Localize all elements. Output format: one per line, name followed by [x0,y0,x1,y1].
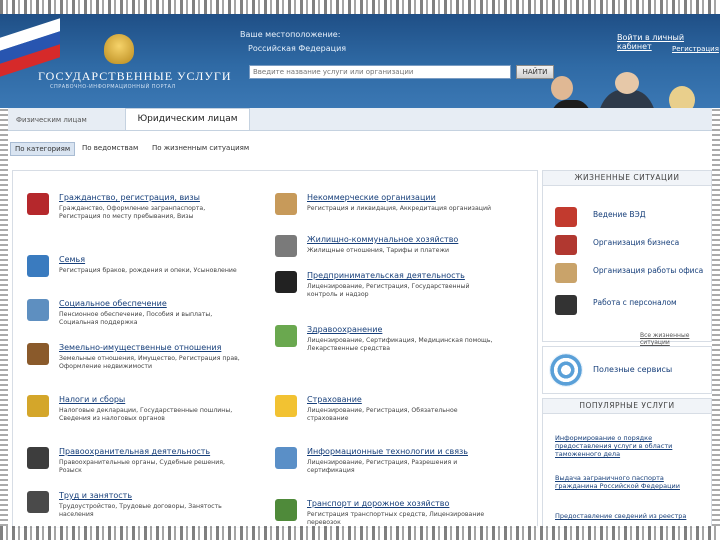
category-title[interactable]: Социальное обеспечение [59,299,167,308]
category-description: Гражданство, Оформление загранпаспорта, … [59,205,206,220]
category-title[interactable]: Земельно-имущественные отношения [59,343,221,352]
lightbulb-icon [275,395,297,417]
category-description: Налоговые декларации, Государственные по… [59,407,233,422]
network-icon [275,447,297,469]
signal-icon [549,353,583,387]
briefcase-icon [275,271,297,293]
life-situation-label[interactable]: Работа с персоналом [593,298,713,307]
category-title[interactable]: Некоммерческие организации [307,193,436,202]
category-title[interactable]: Информационные технологии и связь [307,447,468,456]
life-situation-label[interactable]: Ведение ВЭД [593,210,713,219]
category-title[interactable]: Здравоохранение [307,325,382,334]
personnel-icon [555,295,577,315]
category-description: Трудоустройство, Трудовые договоры, Заня… [59,503,222,518]
category-title[interactable]: Труд и занятость [59,491,132,500]
category-item: Предпринимательская деятельность Лицензи… [275,271,525,321]
tab-legal-entities[interactable]: Юридическим лицам [125,108,250,130]
life-situations-title: ЖИЗНЕННЫЕ СИТУАЦИИ [543,171,711,186]
decorative-barcode-top [0,0,720,14]
life-situation-label[interactable]: Организация бизнеса [593,238,713,247]
category-title[interactable]: Транспорт и дорожное хозяйство [307,499,449,508]
gavel-icon [27,447,49,469]
padlock-icon [275,235,297,257]
category-description: Пенсионное обеспечение, Пособия и выплат… [59,311,213,326]
category-title[interactable]: Страхование [307,395,362,404]
category-item: Гражданство, регистрация, визы Гражданст… [27,193,267,243]
category-title[interactable]: Жилищно-коммунальное хозяйство [307,235,458,244]
coat-of-arms-icon [104,34,134,64]
category-title[interactable]: Предпринимательская деятельность [307,271,465,280]
category-title[interactable]: Гражданство, регистрация, визы [59,193,200,202]
russian-flag-icon [0,18,60,77]
popular-service-link[interactable]: Предоставление сведений из реестра [555,512,705,520]
popular-services-box: ПОПУЛЯРНЫЕ УСЛУГИ [542,398,712,528]
anvil-icon [27,491,49,513]
category-title[interactable]: Семья [59,255,85,264]
traffic-light-icon [275,499,297,521]
category-description: Земельные отношения, Имущество, Регистра… [59,355,240,370]
register-link[interactable]: Регистрация [672,45,719,53]
location-value[interactable]: Российская Федерация [248,44,346,53]
category-title[interactable]: Правоохранительная деятельность [59,447,210,456]
brand-subtitle: СПРАВОЧНО-ИНФОРМАЦИОННЫЙ ПОРТАЛ [50,84,176,90]
category-description: Лицензирование, Регистрация, Разрешения … [307,459,458,474]
filter-by-life-situations[interactable]: По жизненным ситуациям [148,142,253,154]
people-photo [545,72,715,108]
category-item: Транспорт и дорожное хозяйство Регистрац… [275,499,525,527]
site-header: ГОСУДАРСТВЕННЫЕ УСЛУГИ СПРАВОЧНО-ИНФОРМА… [0,14,720,108]
category-item: Здравоохранение Лицензирование, Сертифик… [275,325,525,385]
categories-panel: Гражданство, регистрация, визы Гражданст… [12,170,538,528]
category-description: Жилищные отношения, Тарифы и платежи [307,247,450,254]
life-situation-label[interactable]: Организация работы офиса [593,266,713,275]
business-icon [555,235,577,255]
popular-service-link[interactable]: Информирование о порядке предоставления … [555,434,705,458]
tab-individuals[interactable]: Физическим лицам [16,112,112,129]
category-item: Земельно-имущественные отношения Земельн… [27,343,267,393]
popular-services-title: ПОПУЛЯРНЫЕ УСЛУГИ [543,399,711,414]
category-description: Правоохранительные органы, Судебные реше… [59,459,225,474]
brand-title[interactable]: ГОСУДАРСТВЕННЫЕ УСЛУГИ [38,69,232,84]
health-icon [275,325,297,347]
category-description: Регистрация и ликвидация, Аккредитация о… [307,205,492,212]
category-description: Регистрация транспортных средств, Лиценз… [307,511,485,526]
category-item: Жилищно-коммунальное хозяйство Жилищные … [275,235,525,271]
eservices-label[interactable]: Полезные сервисы [593,365,672,374]
category-description: Лицензирование, Сертификация, Медицинска… [307,337,493,352]
category-item: Семья Регистрация браков, рождения и опе… [27,255,267,295]
category-description: Регистрация браков, рождения и опеки, Ус… [59,267,237,274]
category-description: Лицензирование, Регистрация, Обязательно… [307,407,458,422]
filter-by-categories[interactable]: По категориям [10,142,76,156]
category-item: Налоги и сборы Налоговые декларации, Гос… [27,395,267,445]
popular-service-link[interactable]: Выдача заграничного паспорта гражданина … [555,474,705,490]
audience-tabs [8,108,712,131]
land-property-icon [27,343,49,365]
search-input[interactable] [249,65,511,79]
category-item: Социальное обеспечение Пенсионное обеспе… [27,299,267,339]
passport-icon [27,193,49,215]
category-item: Страхование Лицензирование, Регистрация,… [275,395,525,441]
category-description: Лицензирование, Регистрация, Государстве… [307,283,470,298]
wheelchair-icon [27,299,49,321]
filter-by-departments[interactable]: По ведомствам [78,142,142,154]
all-life-situations-link[interactable]: Все жизненные ситуации [640,332,720,346]
coins-icon [27,395,49,417]
location-label: Ваше местоположение: [240,30,341,39]
category-item: Труд и занятость Трудоустройство, Трудов… [27,491,267,525]
category-item: Правоохранительная деятельность Правоохр… [27,447,267,487]
life-situations-box: ЖИЗНЕННЫЕ СИТУАЦИИ Ведение ВЭД Организац… [542,170,712,342]
eservices-box[interactable]: Полезные сервисы [542,346,712,394]
category-item: Некоммерческие организации Регистрация и… [275,193,525,233]
decorative-barcode-bottom [0,526,720,540]
lighthouse-icon [555,207,577,227]
category-item: Информационные технологии и связь Лиценз… [275,447,525,487]
office-icon [555,263,577,283]
angel-icon [275,193,297,215]
category-title[interactable]: Налоги и сборы [59,395,125,404]
family-icon [27,255,49,277]
